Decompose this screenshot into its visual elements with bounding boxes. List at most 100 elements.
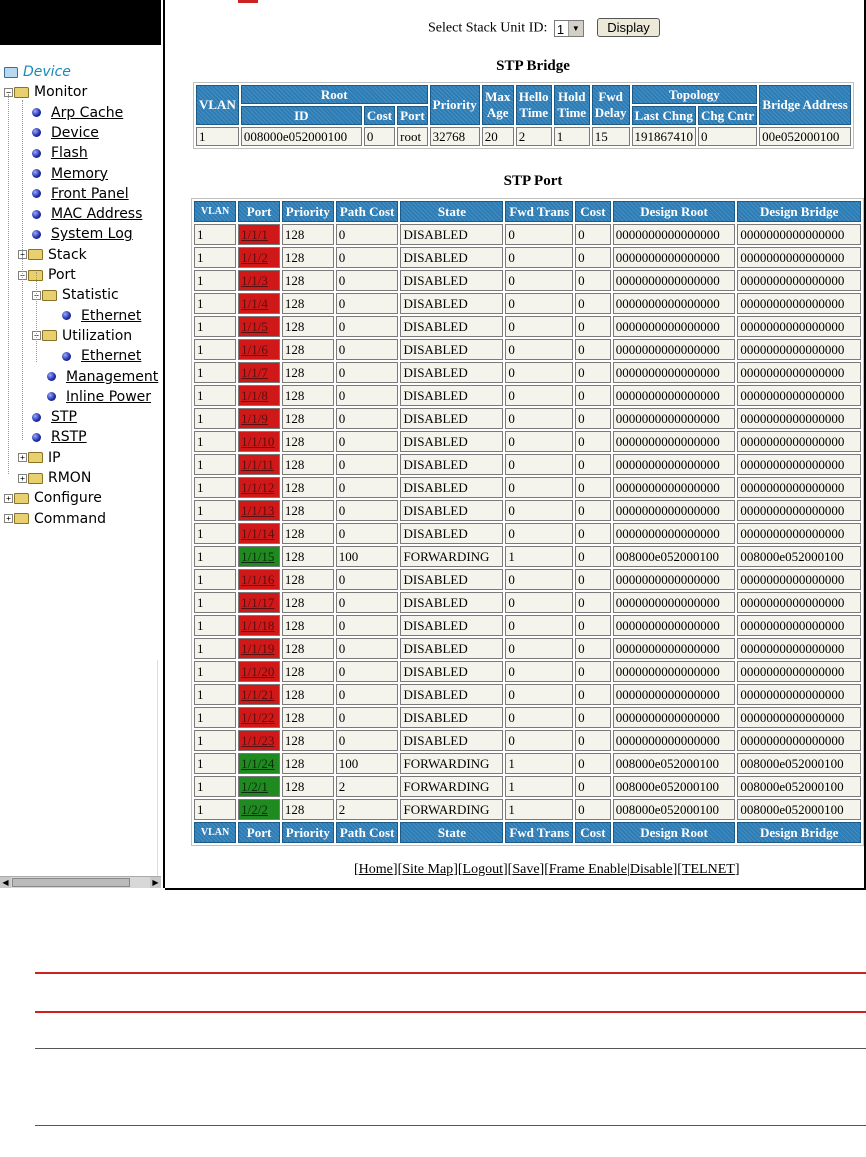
cell-port[interactable]: 1/1/16: [238, 569, 280, 590]
nav-item-mac-address[interactable]: MAC Address: [32, 206, 142, 225]
nav-item-device[interactable]: Device: [4, 64, 71, 83]
port-link[interactable]: 1/1/11: [241, 457, 274, 472]
cell-port[interactable]: 1/2/1: [238, 776, 280, 797]
nav-item-ip[interactable]: + IP: [18, 450, 61, 469]
scroll-right-icon[interactable]: ▶: [150, 877, 161, 888]
cell-port[interactable]: 1/1/5: [238, 316, 280, 337]
cell-port[interactable]: 1/2/2: [238, 799, 280, 820]
port-link[interactable]: 1/2/2: [241, 802, 268, 817]
scrollbar-thumb[interactable]: [12, 878, 130, 887]
port-link[interactable]: 1/1/19: [241, 641, 274, 656]
cell-path-cost: 0: [335, 661, 399, 682]
cell-port[interactable]: 1/1/9: [238, 408, 280, 429]
cell-port[interactable]: 1/1/13: [238, 500, 280, 521]
nav-item-stp[interactable]: STP: [32, 409, 77, 428]
cell-port[interactable]: 1/1/7: [238, 362, 280, 383]
cell-port[interactable]: 1/1/17: [238, 592, 280, 613]
cell-port[interactable]: 1/1/24: [238, 753, 280, 774]
chevron-down-icon[interactable]: ▼: [567, 21, 583, 36]
nav-item-device[interactable]: Device: [32, 125, 99, 144]
port-link[interactable]: 1/1/17: [241, 595, 274, 610]
nav-item-inline-power[interactable]: Inline Power: [47, 389, 151, 408]
cell-port[interactable]: 1/1/10: [238, 431, 280, 452]
nav-item-configure[interactable]: + Configure: [4, 490, 102, 509]
port-link[interactable]: 1/1/12: [241, 480, 274, 495]
cell-port[interactable]: 1/1/21: [238, 684, 280, 705]
cell-port[interactable]: 1/1/4: [238, 293, 280, 314]
port-link[interactable]: 1/1/23: [241, 733, 274, 748]
cell-port[interactable]: 1/1/15: [238, 546, 280, 567]
port-link[interactable]: 1/1/9: [241, 411, 268, 426]
port-link[interactable]: 1/1/4: [241, 296, 268, 311]
port-link[interactable]: 1/1/14: [241, 526, 274, 541]
cell-port[interactable]: 1/1/3: [238, 270, 280, 291]
port-link[interactable]: 1/1/1: [241, 227, 268, 242]
port-link[interactable]: 1/1/5: [241, 319, 268, 334]
cell-port[interactable]: 1/1/8: [238, 385, 280, 406]
table-row: 1 1/1/15 128 100 FORWARDING 1 0 008000e05200010…: [194, 546, 861, 567]
cell-design-bridge: 0000000000000000: [737, 247, 861, 268]
cell-design-bridge: 0000000000000000: [737, 339, 861, 360]
nav-item-rstp[interactable]: RSTP: [32, 429, 87, 448]
nav-item-management[interactable]: Management: [47, 369, 158, 388]
cell-port[interactable]: 1/1/1: [238, 224, 280, 245]
nav-item-label: Inline Power: [66, 388, 152, 405]
expand-icon[interactable]: +: [18, 473, 27, 483]
footer-link-frame-enable[interactable]: Frame Enable: [549, 862, 627, 877]
port-link[interactable]: 1/1/6: [241, 342, 268, 357]
port-link[interactable]: 1/1/18: [241, 618, 274, 633]
cell-port[interactable]: 1/1/11: [238, 454, 280, 475]
nav-item-memory[interactable]: Memory: [32, 166, 108, 185]
footer-link-disable[interactable]: Disable: [630, 862, 673, 877]
nav-horizontal-scrollbar[interactable]: ◀ ▶: [0, 876, 161, 888]
expand-icon[interactable]: +: [18, 453, 27, 463]
cell-port[interactable]: 1/1/18: [238, 615, 280, 636]
nav-item-flash[interactable]: Flash: [32, 145, 88, 164]
nav-item-arp-cache[interactable]: Arp Cache: [32, 105, 123, 124]
footer-link-telnet[interactable]: TELNET: [682, 862, 735, 877]
footer-link-logout[interactable]: Logout: [463, 862, 503, 877]
nav-item-stack[interactable]: + Stack: [18, 247, 87, 266]
nav-item-utilization[interactable]: − Utilization: [32, 328, 132, 347]
display-button[interactable]: Display: [597, 18, 660, 37]
cell-port[interactable]: 1/1/23: [238, 730, 280, 751]
port-link[interactable]: 1/1/20: [241, 664, 274, 679]
stack-unit-select[interactable]: 1 ▼: [553, 20, 584, 37]
port-link[interactable]: 1/1/24: [241, 756, 274, 771]
stp-bridge-table: VLAN Root Priority Max Age Hello Time Ho…: [193, 82, 855, 149]
cell-vlan: 1: [194, 247, 237, 268]
cell-port[interactable]: 1/1/12: [238, 477, 280, 498]
cell-port[interactable]: 1/1/19: [238, 638, 280, 659]
nav-item-port[interactable]: − Port: [18, 267, 76, 286]
cell-port[interactable]: 1/1/2: [238, 247, 280, 268]
nav-item-system-log[interactable]: System Log: [32, 226, 133, 245]
port-link[interactable]: 1/1/8: [241, 388, 268, 403]
port-link[interactable]: 1/1/7: [241, 365, 268, 380]
port-link[interactable]: 1/1/15: [241, 549, 274, 564]
port-link[interactable]: 1/1/22: [241, 710, 274, 725]
port-link[interactable]: 1/1/2: [241, 250, 268, 265]
expand-icon[interactable]: +: [4, 493, 13, 503]
nav-item-ethernet[interactable]: Ethernet: [62, 308, 141, 327]
port-link[interactable]: 1/1/13: [241, 503, 274, 518]
port-link[interactable]: 1/1/16: [241, 572, 274, 587]
port-link[interactable]: 1/2/1: [241, 779, 268, 794]
nav-item-ethernet[interactable]: Ethernet: [62, 348, 141, 367]
nav-item-command[interactable]: + Command: [4, 511, 106, 530]
expand-icon[interactable]: +: [4, 514, 13, 524]
port-link[interactable]: 1/1/21: [241, 687, 274, 702]
footer-link-site-map[interactable]: Site Map: [402, 862, 453, 877]
port-link[interactable]: 1/1/3: [241, 273, 268, 288]
scroll-left-icon[interactable]: ◀: [0, 877, 11, 888]
cell-port[interactable]: 1/1/6: [238, 339, 280, 360]
nav-item-monitor[interactable]: − Monitor: [4, 84, 87, 103]
nav-item-rmon[interactable]: + RMON: [18, 470, 91, 489]
cell-port[interactable]: 1/1/14: [238, 523, 280, 544]
footer-link-save[interactable]: Save: [512, 862, 539, 877]
nav-item-front-panel[interactable]: Front Panel: [32, 186, 129, 205]
footer-link-home[interactable]: Home: [359, 862, 393, 877]
port-link[interactable]: 1/1/10: [241, 434, 274, 449]
cell-port[interactable]: 1/1/20: [238, 661, 280, 682]
cell-port[interactable]: 1/1/22: [238, 707, 280, 728]
nav-item-statistic[interactable]: − Statistic: [32, 287, 119, 306]
